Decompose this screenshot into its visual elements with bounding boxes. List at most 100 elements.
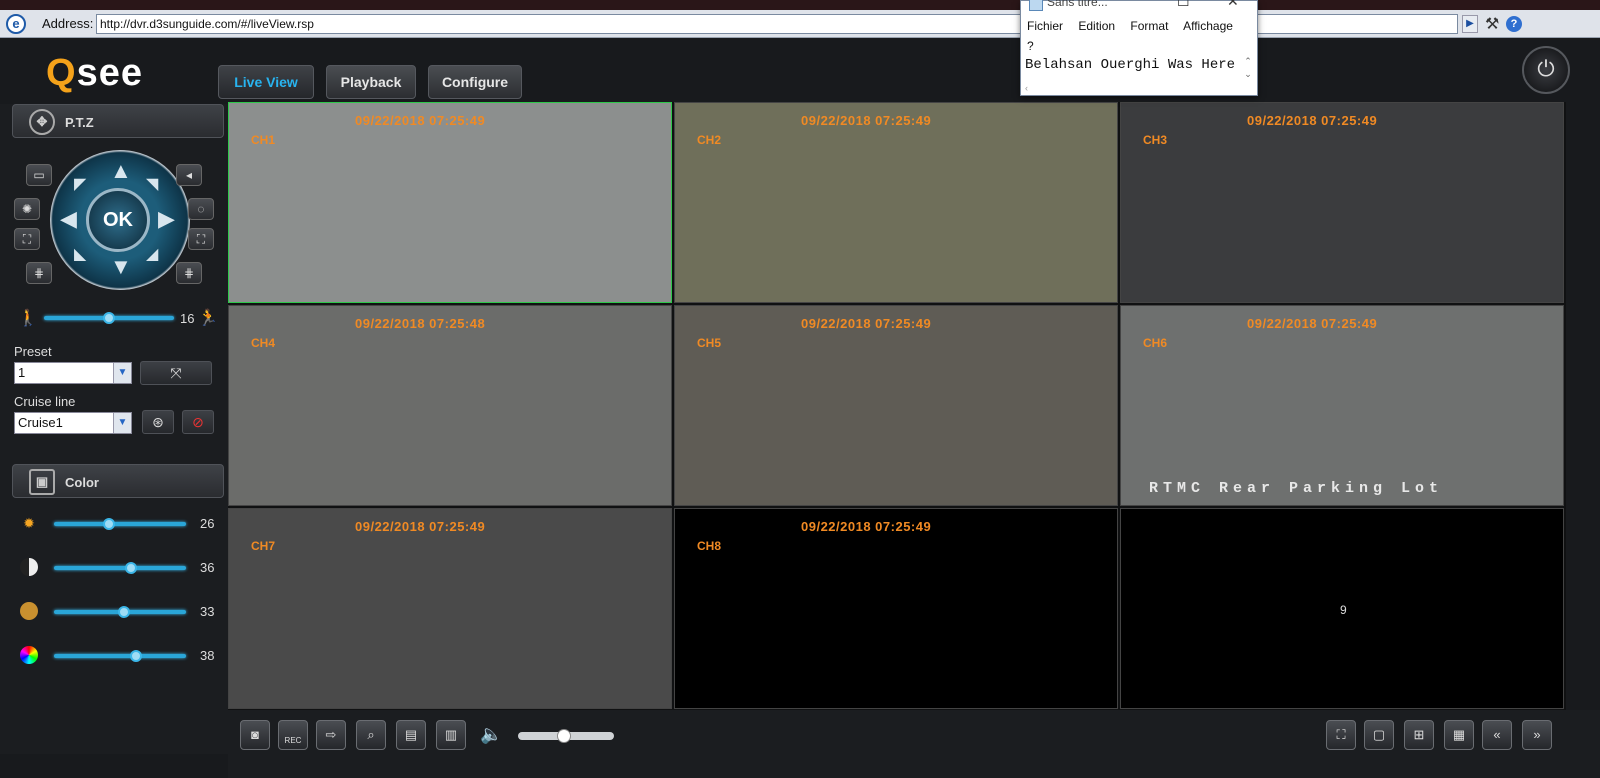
horizontal-scrollbar[interactable]: ‹ [1025, 83, 1239, 93]
ptz-ok-button[interactable]: OK [86, 188, 150, 252]
cruise-select[interactable]: Cruise1 ▼ [14, 412, 132, 434]
cruise-line-label: Cruise line [14, 394, 76, 409]
export-icon[interactable]: ⇨ [316, 720, 346, 750]
contrast-knob[interactable] [124, 562, 137, 574]
maximize-icon[interactable]: ☐ [1177, 0, 1190, 10]
single-view-icon[interactable]: ▢ [1364, 720, 1394, 750]
brightness-value: 26 [200, 516, 215, 531]
camera-cell-3[interactable]: 09/22/2018 07:25:49 CH3 [1120, 102, 1564, 303]
call-preset-button[interactable]: ⤧ [140, 361, 212, 385]
ptz-header[interactable]: ✥ P.T.Z [12, 104, 224, 138]
power-button[interactable]: ⏻ [1522, 46, 1570, 94]
notepad-text[interactable]: Belahsan Ouerghi Was Here [1025, 57, 1235, 73]
vertical-scrollbar[interactable]: ⌃ ⌄ [1241, 55, 1255, 83]
brightness-slider[interactable] [54, 518, 186, 530]
iris-open-icon[interactable]: ◌ [188, 198, 214, 220]
search-icon[interactable]: ⌕ [356, 720, 386, 750]
volume-slider[interactable] [518, 729, 614, 743]
volume-knob[interactable] [557, 729, 572, 743]
hue-slider[interactable] [54, 650, 186, 662]
cruise-stop-button[interactable]: ⊘ [182, 410, 214, 434]
tab-playback[interactable]: Playback [326, 65, 416, 99]
ptz-down-right-arrow-icon[interactable]: ◢ [146, 244, 158, 266]
preset-label: Preset [14, 344, 52, 359]
ptz-right-arrow-icon[interactable]: ▶ [158, 208, 175, 230]
notepad-menu: Fichier Edition Format Affichage [1027, 19, 1245, 33]
camera-channel-label: CH4 [251, 336, 276, 350]
preset-select[interactable]: 1 ▼ [14, 362, 132, 384]
zoom-out-icon[interactable]: ▭ [26, 164, 52, 186]
camera-cell-7[interactable]: 09/22/2018 07:25:49 CH7 [228, 508, 672, 709]
screen-icon[interactable]: ▤ [396, 720, 426, 750]
menu-affichage[interactable]: Affichage [1183, 19, 1233, 33]
dvr-app: Qsee Live View Playback Configure ⏻ ✥ P.… [0, 38, 1600, 778]
light-off-icon[interactable]: ⋕ [26, 262, 52, 284]
help-icon[interactable]: ? [1506, 16, 1522, 32]
chevron-down-icon[interactable]: ▼ [113, 413, 131, 433]
notepad-window[interactable]: Sans titre... ☐ ✕ Fichier Edition Format… [1020, 0, 1258, 96]
ptz-up-left-arrow-icon[interactable]: ◤ [74, 174, 86, 196]
contrast-value: 36 [200, 560, 215, 575]
next-page-icon[interactable]: » [1522, 720, 1552, 750]
ptz-down-left-arrow-icon[interactable]: ◣ [74, 244, 86, 266]
camera-timestamp: 09/22/2018 07:25:49 [1247, 316, 1378, 331]
menu-edition[interactable]: Edition [1078, 19, 1115, 33]
notepad-icon [1029, 0, 1043, 11]
camera-cell-6[interactable]: 09/22/2018 07:25:49 CH6 RTMC Rear Parking … [1120, 305, 1564, 506]
camera-grid: 09/22/2018 07:25:49 CH1 09/22/2018 07:25:4… [228, 102, 1566, 710]
previous-page-icon[interactable]: « [1482, 720, 1512, 750]
brightness-knob[interactable] [103, 518, 116, 530]
run-fast-icon: 🏃 [198, 310, 218, 327]
camera-channel-label: CH7 [251, 539, 276, 553]
camera-cell-4[interactable]: 09/22/2018 07:25:48 CH4 [228, 305, 672, 506]
nine-view-icon[interactable]: ▦ [1444, 720, 1474, 750]
quad-view-icon[interactable]: ⊞ [1404, 720, 1434, 750]
ptz-up-arrow-icon[interactable]: ▲ [110, 160, 132, 182]
camera-timestamp: 09/22/2018 07:25:49 [801, 519, 932, 534]
tv-icon: ▣ [29, 469, 55, 495]
tab-live-view[interactable]: Live View [218, 65, 314, 99]
camera-timestamp: 09/22/2018 07:25:49 [1247, 113, 1378, 128]
camera-cell-8[interactable]: 09/22/2018 07:25:49 CH8 [674, 508, 1118, 709]
menu-help[interactable]: ? [1027, 39, 1034, 53]
menu-format[interactable]: Format [1130, 19, 1168, 33]
iris-close-icon[interactable]: ✺ [14, 198, 40, 220]
camera-overlay-text: RTMC Rear Parking Lot [1149, 480, 1444, 497]
ptz-speed-slider[interactable] [44, 312, 174, 324]
ptz-up-right-arrow-icon[interactable]: ◥ [146, 174, 158, 196]
snapshot-icon[interactable]: ◙ [240, 720, 270, 750]
camera-cell-2[interactable]: 09/22/2018 07:25:49 CH2 [674, 102, 1118, 303]
fullscreen-icon[interactable]: ⛶ [1326, 720, 1356, 750]
record-file-icon[interactable]: ▥ [436, 720, 466, 750]
ptz-left-arrow-icon[interactable]: ◀ [60, 208, 77, 230]
camera-cell-9[interactable]: 9 [1120, 508, 1564, 709]
camera-cell-5[interactable]: 09/22/2018 07:25:49 CH5 [674, 305, 1118, 506]
menu-fichier[interactable]: Fichier [1027, 19, 1063, 33]
camera-timestamp: 09/22/2018 07:25:48 [355, 316, 486, 331]
camera-cell-1[interactable]: 09/22/2018 07:25:49 CH1 [228, 102, 672, 303]
ptz-down-arrow-icon[interactable]: ▼ [110, 256, 132, 278]
camera-channel-label: CH5 [697, 336, 722, 350]
chevron-down-icon[interactable]: ▼ [113, 363, 131, 383]
focus-far-icon[interactable]: ⛶ [188, 228, 214, 250]
speaker-icon[interactable]: 🔈 [480, 724, 502, 745]
focus-near-icon[interactable]: ⛶ [14, 228, 40, 250]
tab-configure[interactable]: Configure [428, 65, 522, 99]
saturation-knob[interactable] [117, 606, 130, 618]
close-icon[interactable]: ✕ [1227, 0, 1239, 10]
contrast-slider[interactable] [54, 562, 186, 574]
go-button[interactable]: ▶ [1462, 15, 1478, 33]
hue-knob[interactable] [129, 650, 142, 662]
color-header[interactable]: ▣ Color [12, 464, 224, 498]
light-on-icon[interactable]: ⋕ [176, 262, 202, 284]
saturation-slider[interactable] [54, 606, 186, 618]
zoom-in-icon[interactable]: ◂ [176, 164, 202, 186]
ptz-speed-value: 16 [180, 311, 195, 326]
ie-logo-icon: e [6, 14, 26, 34]
rec-icon[interactable]: REC [278, 720, 308, 750]
brightness-icon: ✹ [23, 515, 35, 531]
ptz-speed-knob[interactable] [103, 312, 115, 324]
cruise-start-button[interactable]: ⊛ [142, 410, 174, 434]
camera-timestamp: 09/22/2018 07:25:49 [801, 113, 932, 128]
tools-icon[interactable]: ⚒ [1485, 14, 1499, 34]
